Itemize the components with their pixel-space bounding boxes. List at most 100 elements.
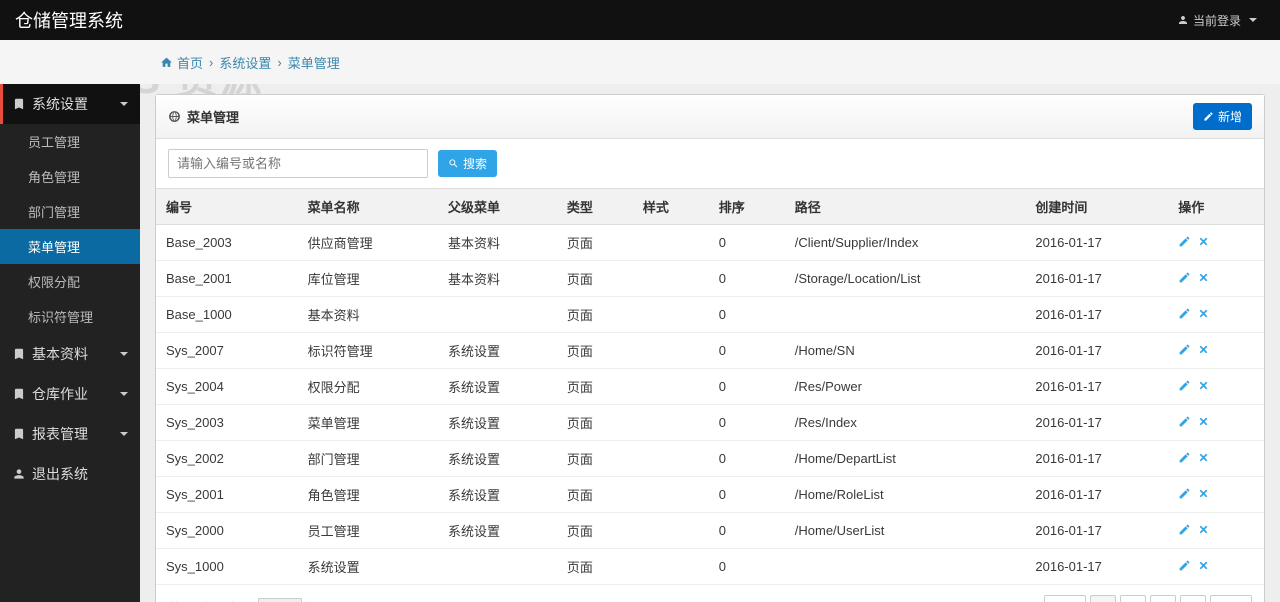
pager-link[interactable]: 4	[1180, 595, 1206, 602]
user-icon	[1177, 14, 1189, 26]
table-row: Sys_2000员工管理系统设置页面0/Home/UserList2016-01…	[156, 513, 1264, 549]
pager-link[interactable]: 1	[1090, 595, 1116, 602]
cell-parent: 系统设置	[438, 369, 557, 405]
edit-icon[interactable]	[1178, 379, 1191, 392]
sidebar-item-0-0[interactable]: 员工管理	[0, 124, 140, 159]
delete-icon[interactable]	[1197, 487, 1210, 500]
cell-ctime: 2016-01-17	[1025, 369, 1168, 405]
cell-code: Base_1000	[156, 297, 298, 333]
delete-icon[interactable]	[1197, 271, 1210, 284]
sidebar-item-0-5[interactable]: 标识符管理	[0, 299, 140, 334]
sidebar-item-0-3[interactable]: 菜单管理	[0, 229, 140, 264]
cell-name: 员工管理	[298, 513, 438, 549]
breadcrumb-home[interactable]: 首页	[177, 53, 203, 72]
sidebar-group-label: 基本资料	[32, 344, 88, 364]
delete-icon[interactable]	[1197, 559, 1210, 572]
delete-icon[interactable]	[1197, 343, 1210, 356]
delete-icon[interactable]	[1197, 415, 1210, 428]
sidebar-group-label: 退出系统	[32, 464, 88, 484]
table-row: Sys_1000系统设置页面02016-01-17	[156, 549, 1264, 585]
breadcrumb-l2[interactable]: 系统设置	[219, 53, 271, 72]
cell-sort: 0	[709, 261, 785, 297]
search-input[interactable]	[168, 149, 428, 178]
edit-icon[interactable]	[1178, 451, 1191, 464]
cell-ops	[1168, 549, 1264, 585]
table-row: Base_1000基本资料页面02016-01-17	[156, 297, 1264, 333]
table-row: Base_2001库位管理基本资料页面0/Storage/Location/Li…	[156, 261, 1264, 297]
sidebar-group-label: 系统设置	[32, 94, 88, 114]
cell-parent: 系统设置	[438, 513, 557, 549]
pager-link[interactable]: 3	[1150, 595, 1176, 602]
cell-style	[633, 225, 709, 261]
sidebar-item-0-2[interactable]: 部门管理	[0, 194, 140, 229]
sidebar-item-0-1[interactable]: 角色管理	[0, 159, 140, 194]
edit-icon[interactable]	[1178, 235, 1191, 248]
cell-ctime: 2016-01-17	[1025, 333, 1168, 369]
table-header: 编号	[156, 189, 298, 225]
cell-parent: 系统设置	[438, 405, 557, 441]
cell-ctime: 2016-01-17	[1025, 225, 1168, 261]
breadcrumb: 首页 › 系统设置 › 菜单管理	[0, 40, 1280, 84]
pager-link[interactable]: 尾页	[1210, 595, 1252, 602]
cell-parent: 系统设置	[438, 333, 557, 369]
pager-link[interactable]: 首页	[1044, 595, 1086, 602]
cell-code: Sys_2000	[156, 513, 298, 549]
sidebar-group-4[interactable]: 退出系统	[0, 454, 140, 494]
edit-icon[interactable]	[1178, 559, 1191, 572]
cell-style	[633, 297, 709, 333]
delete-icon[interactable]	[1197, 451, 1210, 464]
cell-ops	[1168, 513, 1264, 549]
app-title: 仓储管理系统	[15, 7, 123, 33]
cell-name: 系统设置	[298, 549, 438, 585]
sidebar-group-3[interactable]: 报表管理	[0, 414, 140, 454]
cell-code: Sys_2007	[156, 333, 298, 369]
pager-link[interactable]: 2	[1120, 595, 1146, 602]
edit-icon[interactable]	[1178, 415, 1191, 428]
table-row: Sys_2003菜单管理系统设置页面0/Res/Index2016-01-17	[156, 405, 1264, 441]
edit-icon[interactable]	[1178, 523, 1191, 536]
cell-code: Sys_2002	[156, 441, 298, 477]
cell-name: 标识符管理	[298, 333, 438, 369]
cell-name: 供应商管理	[298, 225, 438, 261]
sidebar-item-0-4[interactable]: 权限分配	[0, 264, 140, 299]
delete-icon[interactable]	[1197, 235, 1210, 248]
chevron-down-icon	[120, 352, 128, 356]
login-label: 当前登录	[1193, 12, 1241, 29]
cell-sort: 0	[709, 225, 785, 261]
per-page-select[interactable]: 10	[258, 598, 302, 602]
cell-sort: 0	[709, 333, 785, 369]
cell-name: 基本资料	[298, 297, 438, 333]
search-icon	[448, 158, 459, 169]
cell-parent: 系统设置	[438, 477, 557, 513]
sidebar-group-1[interactable]: 基本资料	[0, 334, 140, 374]
delete-icon[interactable]	[1197, 523, 1210, 536]
add-button[interactable]: 新增	[1193, 103, 1252, 130]
cell-path: /Storage/Location/List	[785, 261, 1026, 297]
cell-style	[633, 477, 709, 513]
sidebar-group-label: 仓库作业	[32, 384, 88, 404]
cell-code: Base_2003	[156, 225, 298, 261]
cell-path: /Res/Index	[785, 405, 1026, 441]
edit-icon[interactable]	[1178, 271, 1191, 284]
cell-style	[633, 369, 709, 405]
search-button[interactable]: 搜索	[438, 150, 497, 177]
delete-icon[interactable]	[1197, 379, 1210, 392]
cell-path: /Home/SN	[785, 333, 1026, 369]
cell-code: Sys_2001	[156, 477, 298, 513]
table-row: Sys_2002部门管理系统设置页面0/Home/DepartList2016-…	[156, 441, 1264, 477]
sidebar-group-2[interactable]: 仓库作业	[0, 374, 140, 414]
delete-icon[interactable]	[1197, 307, 1210, 320]
table-header: 父级菜单	[438, 189, 557, 225]
cell-code: Sys_1000	[156, 549, 298, 585]
sidebar-group-0[interactable]: 系统设置	[0, 84, 140, 124]
edit-icon[interactable]	[1178, 343, 1191, 356]
cell-path	[785, 297, 1026, 333]
cell-ops	[1168, 477, 1264, 513]
cell-ops	[1168, 369, 1264, 405]
edit-icon[interactable]	[1178, 487, 1191, 500]
chevron-down-icon	[1249, 18, 1257, 22]
breadcrumb-l3[interactable]: 菜单管理	[288, 53, 340, 72]
table-header: 样式	[633, 189, 709, 225]
edit-icon[interactable]	[1178, 307, 1191, 320]
login-dropdown[interactable]: 当前登录	[1169, 8, 1265, 33]
